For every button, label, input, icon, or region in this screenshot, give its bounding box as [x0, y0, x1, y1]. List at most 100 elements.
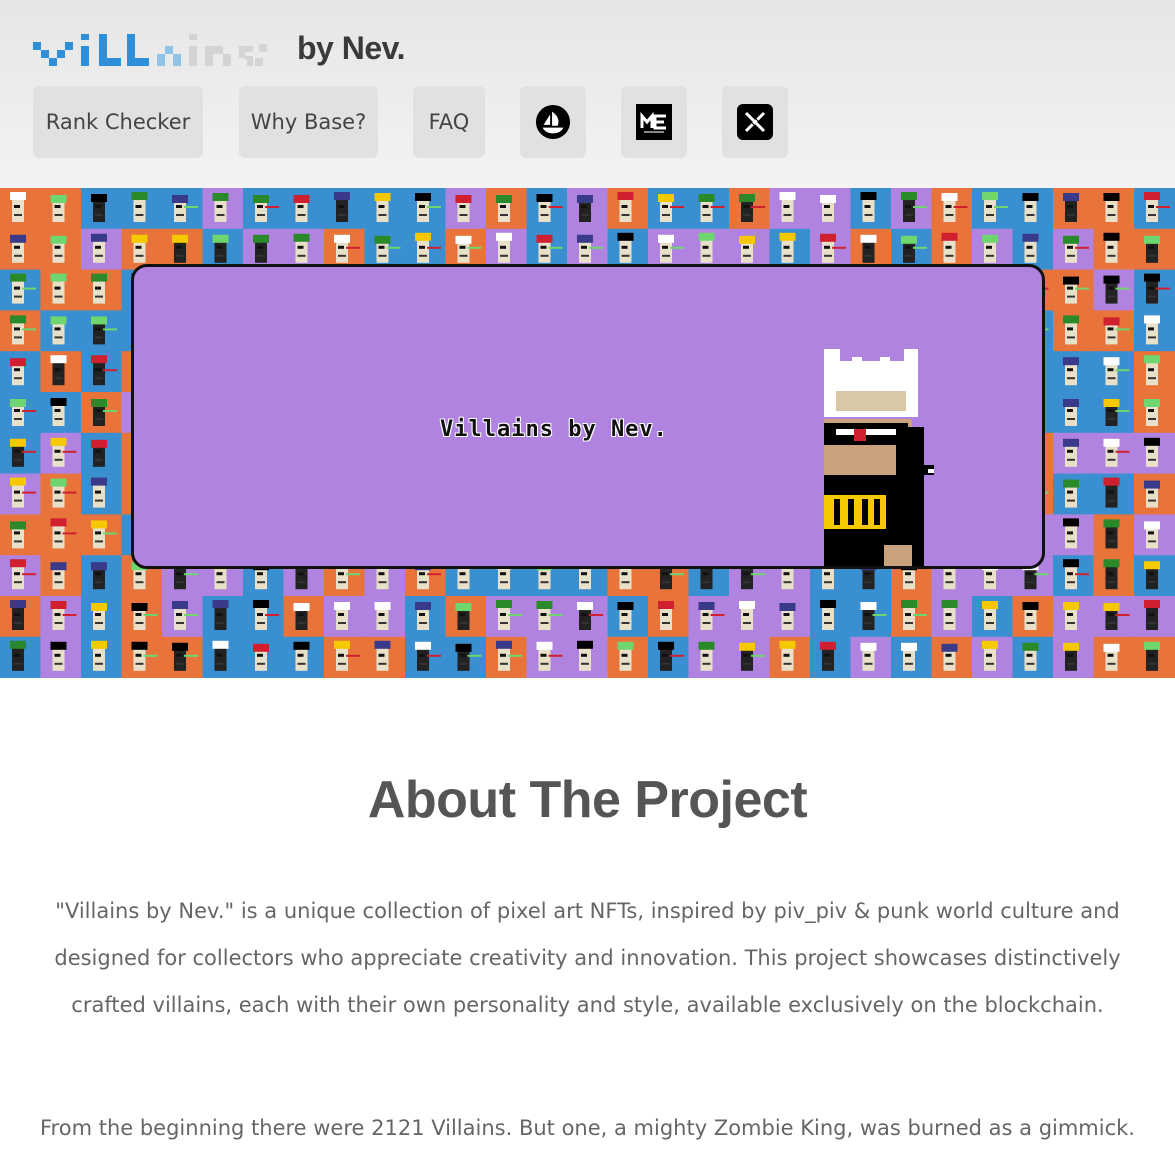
mosaic-tile [1134, 351, 1175, 393]
mosaic-tile [688, 636, 730, 678]
mosaic-tile [121, 596, 163, 638]
mosaic-tile [40, 432, 82, 475]
mosaic-tile [769, 188, 811, 230]
mosaic-tile [0, 351, 41, 393]
mosaic-tile [40, 310, 82, 352]
mosaic-tile [1134, 432, 1175, 475]
mosaic-tile [1012, 596, 1054, 638]
mosaic-tile [1053, 228, 1094, 271]
mosaic-tile [283, 596, 325, 638]
mosaic-tile [81, 514, 122, 556]
mosaic-tile [648, 596, 689, 638]
mosaic-tile [1134, 473, 1175, 515]
hero-title: Villains by Nev. [440, 417, 668, 442]
site-header: by Nev. Rank Checker Why Base? FAQ [0, 0, 1175, 188]
opensea-button[interactable] [520, 86, 586, 158]
about-title: About The Project [367, 771, 808, 829]
mosaic-tile [526, 188, 568, 230]
mosaic-tile [81, 351, 122, 393]
mosaic-tile [526, 636, 568, 678]
mosaic-tile [0, 636, 41, 678]
mosaic-tile [1093, 473, 1135, 515]
mosaic-tile [81, 636, 122, 678]
mosaic-tile [1093, 392, 1135, 434]
mosaic-tile [40, 351, 82, 393]
mosaic-tile [769, 636, 811, 678]
magic-eden-icon [636, 104, 672, 140]
mosaic-tile [1053, 269, 1094, 311]
mosaic-tile [0, 473, 41, 515]
mosaic-tile [0, 555, 41, 597]
mosaic-tile [729, 188, 770, 230]
mosaic-tile [324, 188, 365, 230]
mosaic-tile [567, 188, 608, 230]
mosaic-tile [202, 596, 244, 638]
mosaic-tile [1134, 269, 1175, 311]
mosaic-tile [81, 555, 122, 597]
mosaic-tile [891, 596, 932, 638]
hero-banner: Villains by Nev. [0, 188, 1175, 678]
mosaic-tile [40, 636, 82, 678]
mosaic-tile [729, 596, 770, 638]
mosaic-tile [769, 596, 811, 638]
about-paragraph: "Villains by Nev." is a unique collectio… [54, 899, 1121, 1017]
mosaic-tile [567, 596, 608, 638]
x-icon [737, 104, 773, 140]
mosaic-tile [810, 596, 851, 638]
magic-eden-button[interactable] [621, 86, 687, 158]
mosaic-tile [486, 636, 527, 678]
mosaic-tile [202, 188, 244, 230]
mosaic-tile [1093, 514, 1135, 556]
mosaic-tile [1093, 269, 1135, 311]
mosaic-tile [1093, 310, 1135, 352]
mosaic-tile [810, 188, 851, 230]
x-button[interactable] [722, 86, 788, 158]
mosaic-tile [121, 636, 163, 678]
mosaic-tile [688, 188, 730, 230]
mosaic-tile [1134, 228, 1175, 271]
about-paragraph-2: From the beginning there were 2121 Villa… [40, 1116, 1135, 1140]
mosaic-tile [972, 188, 1013, 230]
mosaic-tile [1093, 636, 1135, 678]
byline: by Nev. [297, 30, 405, 66]
mosaic-tile [243, 596, 284, 638]
villain-character-image [824, 349, 934, 566]
mosaic-tile [1053, 514, 1094, 556]
mosaic-tile [0, 269, 41, 311]
mosaic-tile [1093, 228, 1135, 271]
mosaic-tile [972, 596, 1013, 638]
mosaic-tile [1134, 514, 1175, 556]
nav-faq[interactable]: FAQ [413, 86, 485, 158]
mosaic-tile [931, 636, 973, 678]
mosaic-tile [729, 636, 770, 678]
mosaic-tile [931, 188, 973, 230]
mosaic-tile [1134, 310, 1175, 352]
mosaic-tile [688, 596, 730, 638]
nav-rank-checker[interactable]: Rank Checker [33, 86, 203, 158]
mosaic-tile [81, 188, 122, 230]
mosaic-tile [607, 636, 649, 678]
mosaic-tile [162, 636, 203, 678]
mosaic-tile [526, 596, 568, 638]
mosaic-tile [1093, 596, 1135, 638]
nav-why-base[interactable]: Why Base? [239, 86, 378, 158]
mosaic-tile [1134, 596, 1175, 638]
mosaic-tile [850, 596, 892, 638]
mosaic-tile [0, 514, 41, 556]
mosaic-tile [1053, 351, 1094, 393]
mosaic-tile [486, 188, 527, 230]
mosaic-tile [283, 636, 325, 678]
mosaic-tile [1093, 555, 1135, 597]
mosaic-tile [364, 596, 406, 638]
logo[interactable] [33, 28, 269, 72]
mosaic-tile [0, 432, 41, 475]
mosaic-tile [1134, 555, 1175, 597]
mosaic-tile [1093, 188, 1135, 230]
mosaic-tile [0, 188, 41, 230]
mosaic-tile [1053, 392, 1094, 434]
mosaic-tile [243, 636, 284, 678]
mosaic-tile [648, 188, 689, 230]
mosaic-tile [810, 636, 851, 678]
hero-card: Villains by Nev. [131, 264, 1045, 569]
mosaic-tile [81, 269, 122, 311]
